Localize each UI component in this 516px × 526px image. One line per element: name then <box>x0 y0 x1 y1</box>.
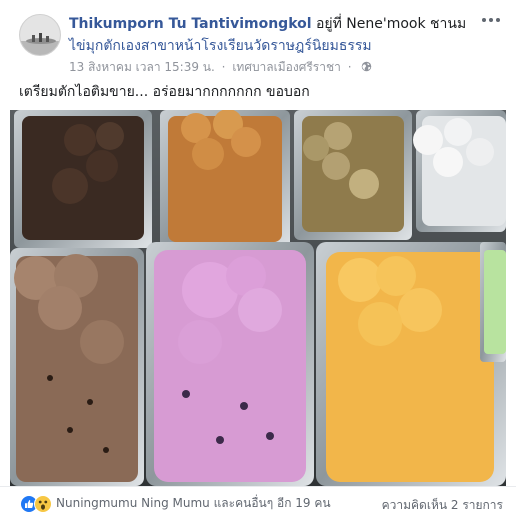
checkin-text[interactable]: อยู่ที่ Nene'mook ชานม <box>316 16 466 32</box>
post-location[interactable]: เทศบาลเมืองศรีราชา <box>232 60 341 74</box>
reactions-summary[interactable]: Nuningmumu Ning Mumu และคนอื่นๆ อีก 19 ค… <box>20 494 331 513</box>
comments-count[interactable]: ความคิดเห็น 2 รายการ <box>382 496 503 515</box>
tray-thai-tea <box>160 110 290 250</box>
tray-blueberry <box>146 242 314 486</box>
post-caption: เตรียมตักไอติมขาย... อร่อยมากกกกกกก ขอบอ… <box>19 84 310 100</box>
checkin-place[interactable]: ไข่มุกตักเองสาขาหน้าโรงเรียนวัดราษฎร์นิย… <box>69 36 479 56</box>
more-options-icon[interactable] <box>480 12 502 28</box>
tray-green-tea <box>294 110 412 240</box>
post-timestamp[interactable]: 13 สิงหาคม เวลา 15:39 น. <box>69 60 215 74</box>
post-photo[interactable] <box>10 110 506 486</box>
tray-coconut <box>413 110 506 232</box>
globe-icon[interactable] <box>361 61 372 72</box>
tray-chocolate <box>14 110 152 248</box>
post-header: Thikumporn Tu Tantivimongkol อยู่ที่ Nen… <box>69 14 479 34</box>
facebook-post: Thikumporn Tu Tantivimongkol อยู่ที่ Nen… <box>0 0 516 526</box>
author-name[interactable]: Thikumporn Tu Tantivimongkol <box>69 16 312 32</box>
tray-mango <box>316 242 506 486</box>
post-meta: 13 สิงหาคม เวลา 15:39 น. · เทศบาลเมืองศร… <box>69 59 372 75</box>
wow-icon <box>34 494 52 513</box>
post-footer: Nuningmumu Ning Mumu และคนอื่นๆ อีก 19 ค… <box>0 486 516 526</box>
meta-separator: · <box>221 60 226 74</box>
tray-cookies-cream <box>10 248 144 486</box>
tray-lime <box>480 242 506 362</box>
reactions-text[interactable]: Nuningmumu Ning Mumu และคนอื่นๆ อีก 19 ค… <box>56 494 331 513</box>
meta-separator: · <box>347 60 352 74</box>
profile-avatar[interactable] <box>19 14 61 56</box>
